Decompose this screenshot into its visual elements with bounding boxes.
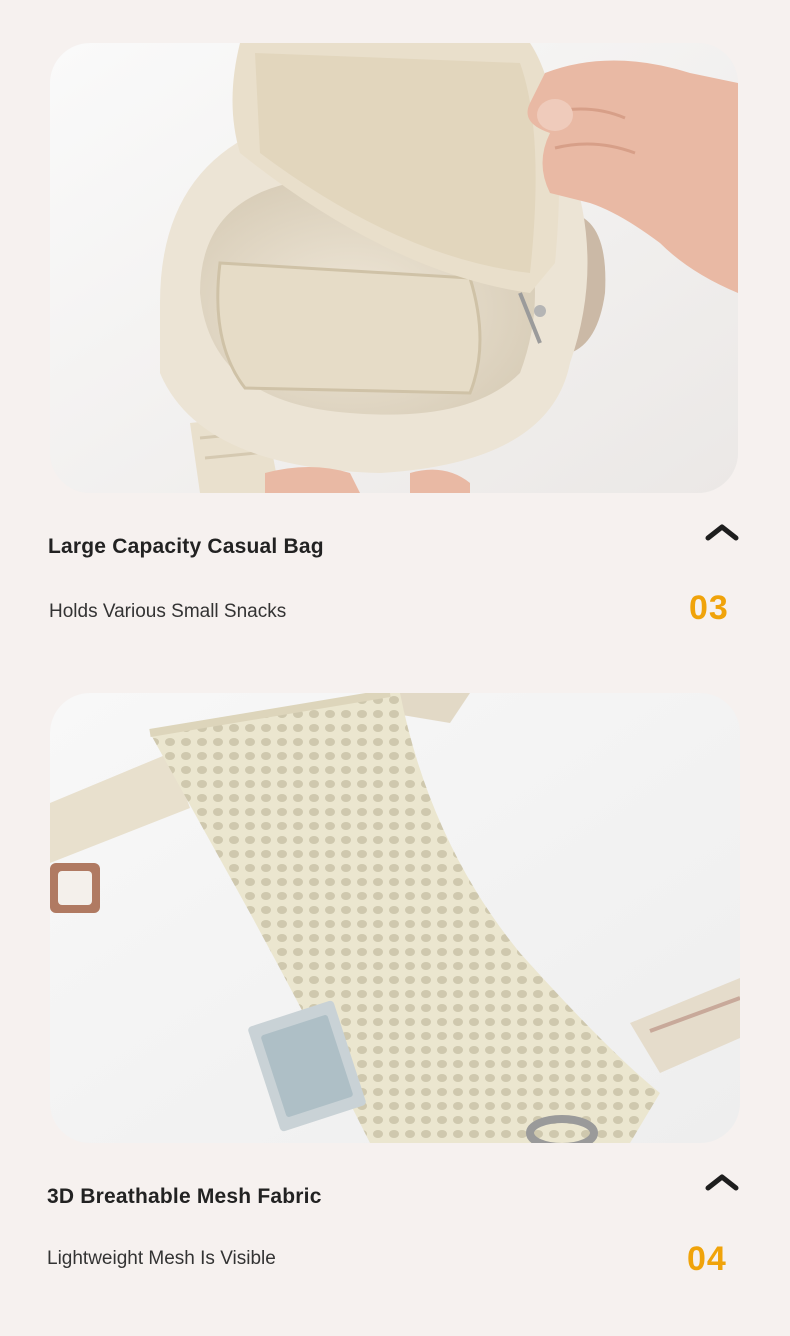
feature-subtitle: Lightweight Mesh Is Visible: [47, 1248, 276, 1269]
chevron-up-icon[interactable]: [704, 522, 740, 542]
chevron-up-icon[interactable]: [704, 1172, 740, 1192]
feature-card-04: 3D Breathable Mesh Fabric Lightweight Me…: [0, 660, 790, 1336]
feature-subtitle: Holds Various Small Snacks: [49, 601, 287, 622]
feature-index: 04: [687, 1240, 727, 1278]
mesh-strap-photo: [50, 693, 740, 1143]
feature-title: 3D Breathable Mesh Fabric: [47, 1185, 322, 1208]
feature-card-03: Large Capacity Casual Bag Holds Various …: [0, 0, 790, 660]
open-bag-photo: [50, 43, 738, 493]
feature-index: 03: [689, 589, 729, 627]
feature-title: Large Capacity Casual Bag: [48, 535, 324, 558]
